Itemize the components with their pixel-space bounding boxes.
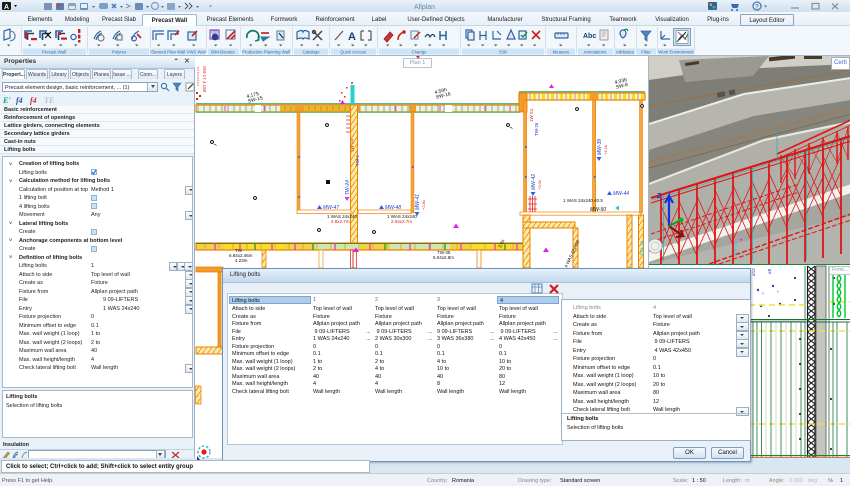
- svg-text:+2.8x: +2.8x: [421, 200, 426, 210]
- svg-text:Quick Access: Quick Access: [340, 49, 366, 54]
- svg-text:⌀12: ⌀12: [751, 268, 756, 276]
- svg-text:Attributes: Attributes: [616, 49, 634, 54]
- svg-text:Catalogs: Catalogs: [303, 49, 320, 54]
- svg-text:▲: ▲: [738, 238, 743, 242]
- svg-text:Annotations: Annotations: [584, 49, 607, 54]
- svg-text:?: ?: [755, 5, 759, 11]
- svg-text:º: º: [777, 290, 779, 295]
- svg-text:º: º: [762, 292, 764, 297]
- svg-text:TW-34: TW-34: [733, 242, 738, 256]
- svg-text:1W 24: 1W 24: [529, 108, 534, 122]
- svg-text:1W 24: 1W 24: [350, 138, 355, 152]
- svg-text:Element Plan Wall VWS Wall: Element Plan Wall VWS Wall: [150, 49, 205, 54]
- svg-text:Work Environment: Work Environment: [658, 49, 694, 54]
- svg-text:Production Planning Wall: Production Planning Wall: [242, 49, 290, 54]
- svg-text:f4: f4: [16, 96, 23, 105]
- svg-text:1 WAS 24x240 40.5: 1 WAS 24x240 40.5: [563, 198, 603, 203]
- svg-text:TW-34: TW-34: [640, 241, 646, 256]
- svg-text:Z: Z: [657, 193, 662, 200]
- svg-text:TW-26: TW-26: [534, 122, 539, 136]
- svg-text:4.23m: 4.23m: [235, 258, 248, 263]
- svg-text:A: A: [348, 31, 356, 43]
- svg-text:+3.0x: +3.0x: [537, 180, 542, 190]
- svg-text:5.04x2.8m: 5.04x2.8m: [433, 255, 454, 260]
- svg-text:Change: Change: [411, 49, 427, 54]
- svg-text:2.8x2.7m: 2.8x2.7m: [331, 219, 350, 224]
- svg-text:+4.2x: +4.2x: [603, 145, 608, 155]
- svg-text:BIM-Booster: BIM-Booster: [211, 49, 235, 54]
- svg-text:2.04x2.7m: 2.04x2.7m: [391, 219, 412, 224]
- svg-text:TE: TE: [44, 96, 54, 105]
- svg-text:⌀8: ⌀8: [767, 268, 772, 274]
- svg-text:Filter: Filter: [641, 49, 651, 54]
- svg-text:Polyrex: Polyrex: [112, 49, 127, 54]
- svg-text:Abc: Abc: [583, 33, 596, 40]
- svg-text:Allplan: Allplan: [414, 4, 435, 11]
- svg-text:Precast Wall: Precast Wall: [42, 49, 66, 54]
- svg-text:E': E': [2, 96, 11, 105]
- svg-text:TW-2: TW-2: [355, 155, 360, 166]
- svg-text:Measure: Measure: [553, 49, 570, 54]
- svg-text:MW-48: MW-48: [385, 205, 401, 211]
- svg-text:f4: f4: [30, 96, 37, 105]
- svg-text:MW-47: MW-47: [323, 205, 339, 211]
- svg-text:Edit: Edit: [499, 49, 507, 54]
- svg-text:MW-44: MW-44: [613, 191, 629, 197]
- svg-text:A: A: [4, 4, 9, 11]
- svg-text:SW-17 4.150: SW-17 4.150: [202, 66, 207, 93]
- svg-text:MW-50: MW-50: [590, 207, 606, 213]
- svg-text:TW-24: TW-24: [345, 180, 351, 195]
